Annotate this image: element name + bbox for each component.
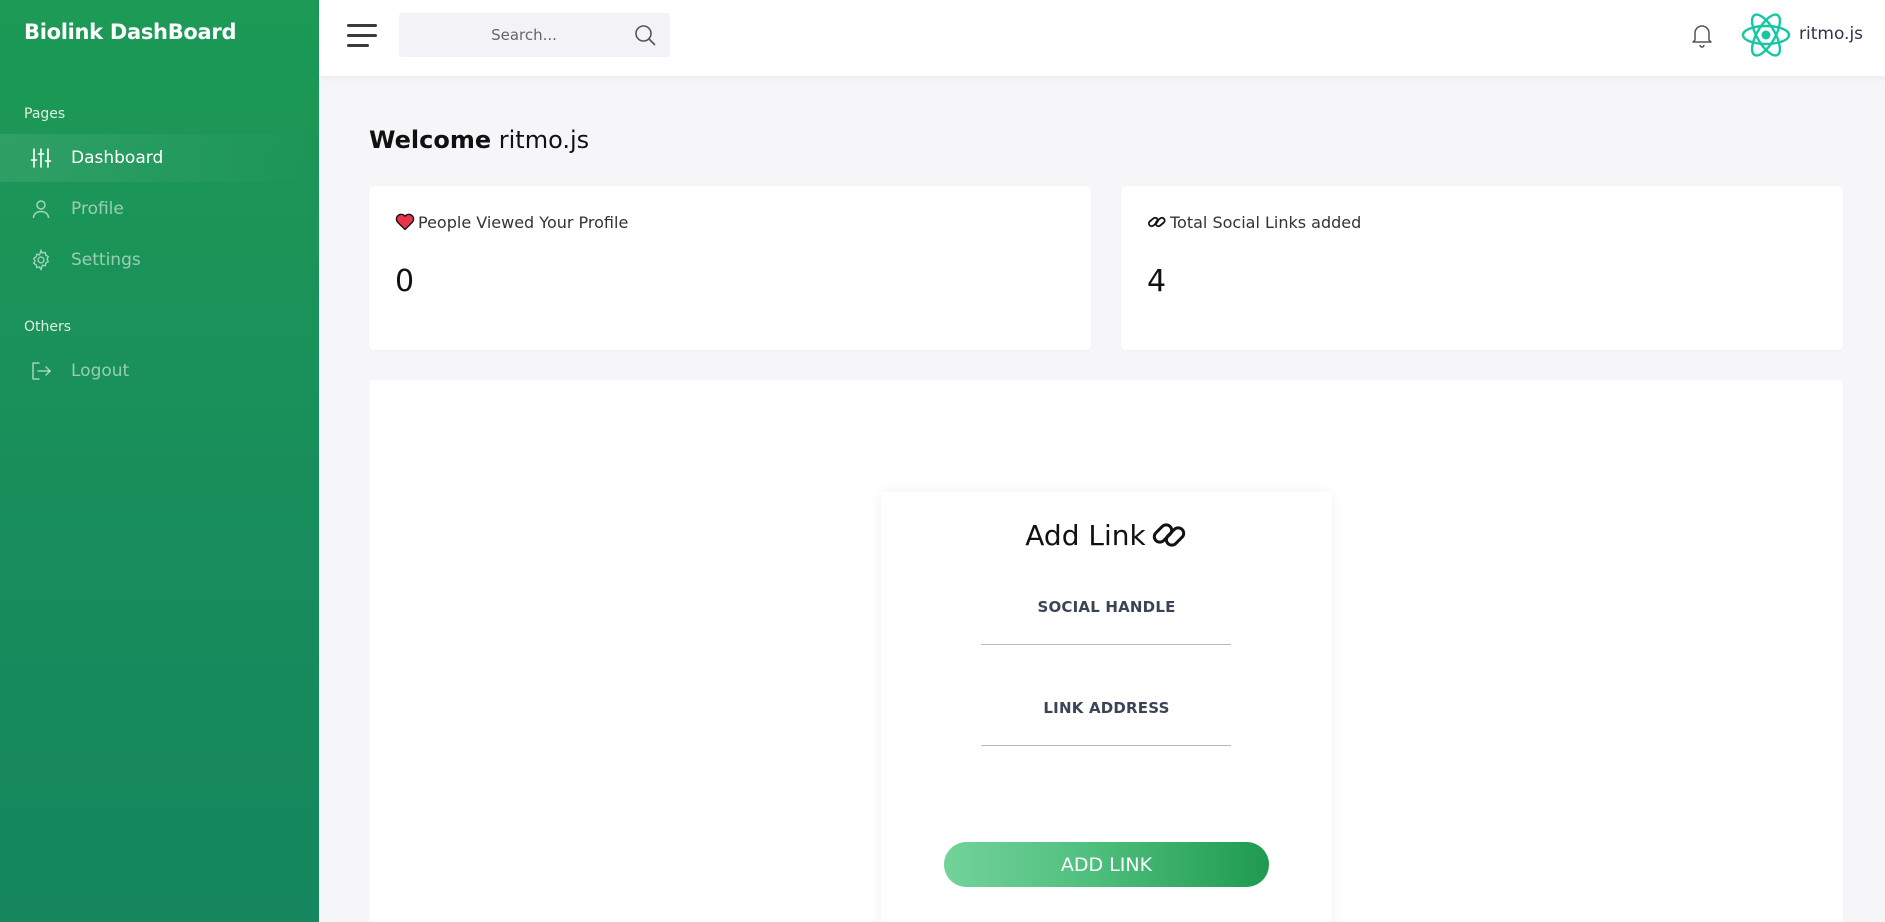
sidebar-item-dashboard[interactable]: Dashboard: [0, 134, 319, 182]
link-icon: [1150, 516, 1188, 554]
sidebar-item-label: Settings: [71, 250, 141, 270]
form-title-row: Add Link: [881, 516, 1332, 554]
stat-card-social-links: Total Social Links added 4: [1121, 186, 1843, 350]
stat-value: 0: [395, 264, 415, 299]
stat-title-row: People Viewed Your Profile: [395, 212, 628, 232]
add-link-button[interactable]: ADD LINK: [944, 842, 1269, 887]
stat-card-profile-views: People Viewed Your Profile 0: [369, 186, 1091, 350]
search-box: [399, 13, 670, 57]
link-address-input[interactable]: [981, 710, 1231, 746]
search-icon[interactable]: [634, 24, 656, 46]
stat-value: 4: [1147, 264, 1167, 299]
sidebar-item-label: Profile: [71, 199, 124, 219]
welcome-name: ritmo.js: [498, 126, 590, 154]
brand-title: Biolink DashBoard: [24, 20, 237, 44]
react-logo-icon[interactable]: [1740, 10, 1792, 60]
search-input[interactable]: [399, 13, 629, 57]
topbar: ritmo.js: [319, 0, 1885, 76]
page-title: Welcome ritmo.js: [369, 126, 589, 154]
section-label-others: Others: [24, 319, 72, 335]
stat-title-row: Total Social Links added: [1147, 212, 1361, 232]
add-link-form: Add Link SOCIAL HANDLE LINK ADDRESS ADD …: [881, 492, 1332, 922]
section-label-pages: Pages: [24, 106, 66, 122]
social-handle-input[interactable]: [981, 609, 1231, 645]
sidebar-item-label: Logout: [71, 361, 130, 381]
user-icon: [30, 198, 52, 220]
sidebar-item-settings[interactable]: Settings: [0, 236, 319, 284]
logout-icon: [30, 360, 52, 382]
username[interactable]: ritmo.js: [1799, 24, 1863, 44]
sidebar-item-profile[interactable]: Profile: [0, 185, 319, 233]
form-title: Add Link: [1025, 518, 1146, 552]
stat-title: People Viewed Your Profile: [418, 212, 629, 232]
sidebar: Biolink DashBoard Pages Dashboard Profil…: [0, 0, 319, 922]
sidebar-item-logout[interactable]: Logout: [0, 347, 319, 395]
link-icon: [1147, 212, 1167, 232]
heart-icon: [395, 212, 415, 232]
gear-icon: [30, 249, 52, 271]
bell-icon[interactable]: [1690, 22, 1714, 48]
sidebar-item-label: Dashboard: [71, 148, 164, 168]
sliders-icon: [30, 147, 52, 169]
hamburger-menu-icon[interactable]: [347, 22, 379, 50]
stat-title: Total Social Links added: [1170, 212, 1362, 232]
welcome-prefix: Welcome: [369, 126, 492, 154]
